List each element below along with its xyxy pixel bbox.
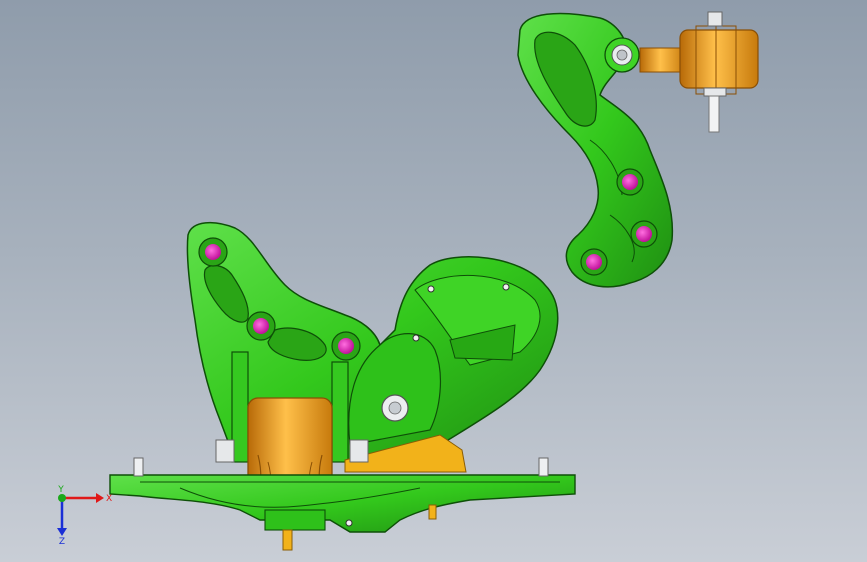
y-axis-label: Y	[57, 485, 64, 495]
z-axis-arrowhead	[57, 528, 67, 536]
z-axis-label: Z	[59, 537, 65, 546]
bolt-hole	[622, 174, 638, 190]
x-axis-label: X	[106, 494, 112, 504]
bolt-hole	[205, 244, 221, 260]
model-canvas[interactable]	[0, 0, 867, 562]
engine-mount-bracket[interactable]	[186, 221, 559, 463]
bolt-hole	[338, 338, 354, 354]
bolt-hole	[636, 226, 652, 242]
bushing-end-fitting[interactable]	[639, 11, 759, 133]
coordinate-triad: X Y Z	[57, 485, 112, 546]
mount-base-plate[interactable]	[109, 474, 576, 533]
cad-viewport[interactable]: X Y Z	[0, 0, 867, 562]
y-axis-dot	[58, 494, 66, 502]
bolt-hole	[586, 254, 602, 270]
bolt-hole	[253, 318, 269, 334]
x-axis-arrowhead	[96, 493, 104, 503]
